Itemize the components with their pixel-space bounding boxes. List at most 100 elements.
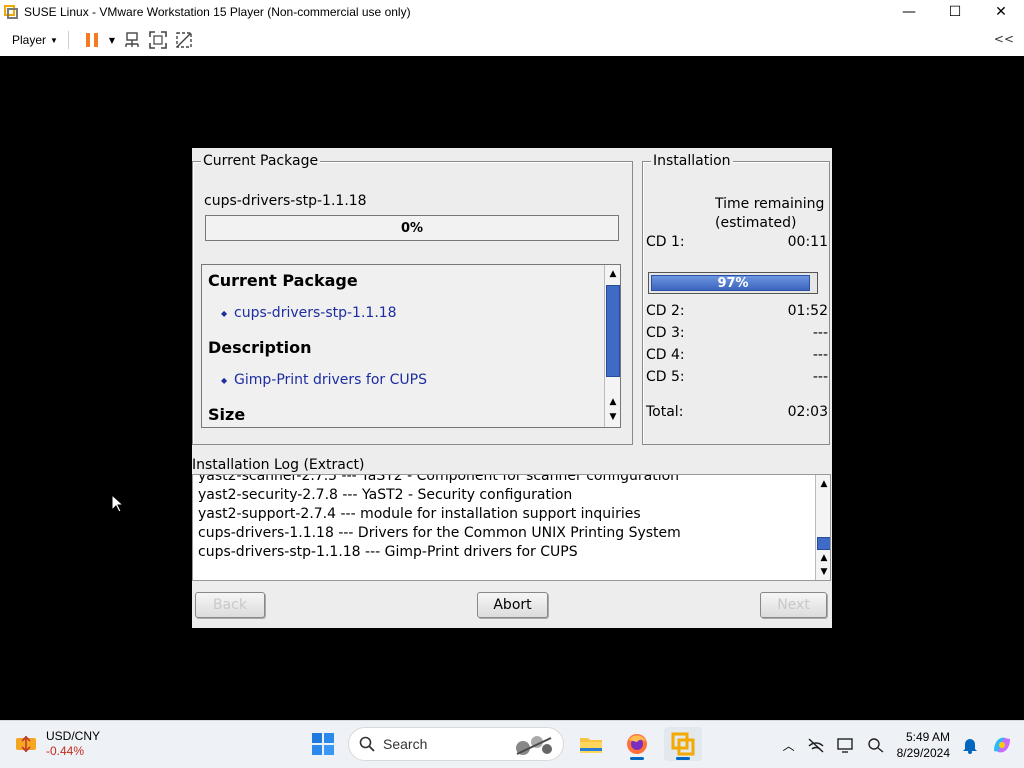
time-remaining-line2: (estimated) [715,215,797,231]
back-button[interactable]: Back [195,592,265,618]
search-highlight-icon [516,736,552,755]
cd1-progress-text: 97% [717,275,749,291]
firefox-icon [627,734,647,754]
pause-button[interactable] [79,27,105,53]
display-icon[interactable] [836,737,855,753]
send-ctrl-alt-del-button[interactable] [119,27,145,53]
current-package-frame-label: Current Package [201,153,321,169]
cd1-progress-bar: 97% [648,272,818,294]
log-scrollbar-thumb[interactable] [817,537,830,550]
details-scrollbar[interactable]: ▲ ▲ ▼ [604,265,620,427]
log-line: yast2-support-2.7.4 --- module for insta… [198,506,641,522]
details-heading-package: Current Package [208,271,358,290]
taskbar-firefox[interactable] [618,727,656,761]
clock[interactable]: 5:49 AM 8/29/2024 [897,729,950,761]
search-box[interactable]: Search [348,727,564,761]
search-placeholder: Search [383,736,428,752]
cd1-row: CD 1: 00:11 [646,234,828,250]
currency-icon [16,735,36,753]
log-line: cups-drivers-stp-1.1.18 --- Gimp-Print d… [198,544,578,560]
details-heading-size: Size [208,405,246,424]
cd3-row: CD 3: --- [646,325,828,341]
running-indicator [676,757,690,760]
installer-dialog: Current Package cups-drivers-stp-1.1.18 … [192,148,832,628]
pause-icon [85,33,98,47]
package-progress-text: 0% [400,220,424,236]
running-indicator [630,757,644,760]
title-bar: SUSE Linux - VMware Workstation 15 Playe… [0,0,1024,24]
installation-log: yast2-scanner-2.7.5 --- YaST2 - Componen… [192,474,831,581]
notification-bell-icon[interactable] [962,736,978,754]
unity-mode-icon [176,32,192,48]
network-computer-icon [125,32,139,47]
cd5-label: CD 5: [646,369,685,385]
total-row: Total: 02:03 [646,404,828,420]
log-line: yast2-security-2.7.8 --- YaST2 - Securit… [198,487,573,503]
log-scrollbar[interactable]: ▲ ▲ ▼ [815,475,830,580]
minimize-button[interactable]: — [886,0,932,24]
folder-icon [580,738,602,753]
chevron-up-icon[interactable]: ︿ [783,737,795,754]
currency-change: -0.44% [46,744,85,758]
next-button[interactable]: Next [760,592,827,618]
taskbar-file-explorer[interactable] [572,727,610,761]
scroll-up-icon[interactable]: ▲ [817,551,830,565]
chevron-down-icon: ▼ [50,35,58,45]
player-toolbar: Player ▼ ▼ << [0,24,1024,56]
package-name: cups-drivers-stp-1.1.18 [204,193,367,209]
total-time: 02:03 [787,404,828,420]
scroll-up-icon[interactable]: ▲ [817,477,830,491]
fullscreen-button[interactable] [145,27,171,53]
log-line: yast2-scanner-2.7.5 --- YaST2 - Componen… [198,474,680,484]
player-menu[interactable]: Player ▼ [12,33,58,47]
pause-menu-button[interactable]: ▼ [105,27,119,53]
network-off-icon[interactable] [807,737,825,753]
vmware-icon [671,732,695,756]
details-description-link[interactable]: Gimp-Print drivers for CUPS [221,372,427,388]
unity-button[interactable] [171,27,197,53]
maximize-button[interactable]: ☐ [932,0,978,24]
scroll-up-icon[interactable]: ▲ [606,395,620,409]
total-label: Total: [646,404,684,420]
cd1-label: CD 1: [646,234,685,250]
details-package-link[interactable]: cups-drivers-stp-1.1.18 [221,305,397,321]
mouse-pointer-icon [111,494,123,513]
window-title: SUSE Linux - VMware Workstation 15 Playe… [24,5,411,19]
clock-time: 5:49 AM [905,730,950,744]
cd4-row: CD 4: --- [646,347,828,363]
copilot-icon[interactable] [990,733,1014,757]
currency-widget[interactable]: USD/CNY -0.44% [14,729,100,759]
time-remaining-line1: Time remaining [715,196,825,212]
taskbar: USD/CNY -0.44% Search ︿ 5:49 AM 8/29/202… [0,720,1024,768]
clock-date: 8/29/2024 [896,746,950,760]
accessibility-icon[interactable] [867,737,885,753]
cd1-time: 00:11 [787,234,828,250]
collapse-toolbar-button[interactable]: << [994,32,1014,46]
scroll-down-icon[interactable]: ▼ [606,410,620,424]
chevron-down-icon: ▼ [108,35,116,45]
cd2-row: CD 2: 01:52 [646,303,828,319]
scroll-up-icon[interactable]: ▲ [606,267,620,281]
cd3-time: --- [812,325,828,341]
cd4-time: --- [812,347,828,363]
close-button[interactable]: ✕ [978,0,1024,24]
cd4-label: CD 4: [646,347,685,363]
cd3-label: CD 3: [646,325,685,341]
system-tray: ︿ 5:49 AM 8/29/2024 [783,721,1024,768]
vmware-logo-icon [4,5,18,19]
taskbar-vmware[interactable] [664,727,702,761]
package-details-panel: Current Package cups-drivers-stp-1.1.18 … [201,264,621,428]
time-remaining-label: Time remaining (estimated) [715,195,825,233]
package-progress-bar: 0% [205,215,619,241]
cd5-time: --- [812,369,828,385]
log-label: Installation Log (Extract) [192,457,365,473]
scroll-down-icon[interactable]: ▼ [817,565,830,579]
abort-button[interactable]: Abort [477,592,548,618]
cd5-row: CD 5: --- [646,369,828,385]
cd2-label: CD 2: [646,303,685,319]
start-button[interactable] [306,727,340,761]
search-icon [359,736,375,752]
details-scrollbar-thumb[interactable] [606,285,620,377]
windows-icon [312,733,334,755]
installation-frame-label: Installation [651,153,733,169]
